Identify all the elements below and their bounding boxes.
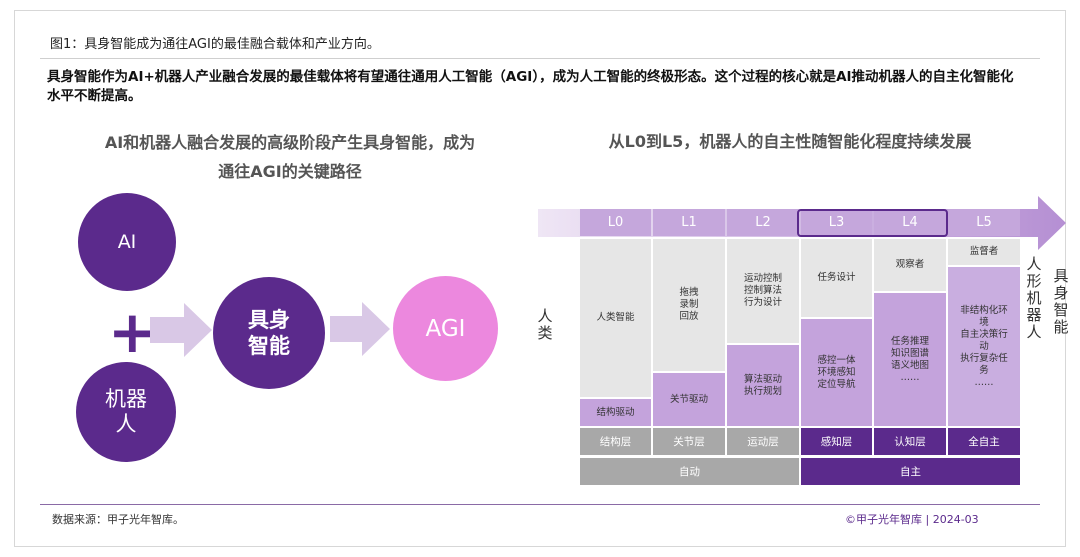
l5-driver-text-7: …… [974, 376, 994, 388]
agi-circle: AGI [393, 276, 498, 381]
robot-label-line2: 人 [115, 412, 137, 436]
l1-driver-cell: 关节驱动 [653, 373, 725, 426]
mode-automatic: 自动 [580, 458, 799, 485]
left-subtitle-line1: AI和机器人融合发展的高级阶段产生具身智能，成为 [104, 133, 476, 152]
arrow-right-icon-1 [150, 303, 212, 357]
left-subtitle: AI和机器人融合发展的高级阶段产生具身智能，成为 通往AGI的关键路径 [60, 128, 520, 186]
highlighted-level-frame [797, 209, 948, 237]
l3-human-text: 任务设计 [817, 272, 856, 283]
layer-joint: 关节层 [653, 428, 725, 455]
level-l1: L1 [653, 209, 725, 236]
l4-driver-text-4: …… [900, 371, 920, 383]
summary-text: 具身智能作为AI+机器人产业融合发展的最佳载体将有望通往通用人工智能（AGI），… [47, 69, 1014, 104]
human-axis-label: 人类 [537, 307, 553, 342]
l0-human-text: 人类智能 [596, 312, 635, 323]
ai-label: AI [117, 231, 137, 253]
l3-driver-cell: 感控一体 环境感知 定位导航 [801, 319, 872, 426]
figure-title: 图1：具身智能成为通往AGI的最佳融合载体和产业方向。 [50, 37, 380, 52]
embodied-label-line1: 具身 [248, 308, 290, 332]
l2-human-text-3: 行为设计 [743, 297, 782, 308]
l4-driver-text-1: 任务推理 [890, 335, 929, 347]
layer-structure: 结构层 [580, 428, 651, 455]
l4-driver-text-2: 知识图谱 [890, 347, 929, 359]
l5-driver-cell: 非结构化环 境 自主决策行 动 执行复杂任 务 …… [948, 267, 1020, 426]
arrow-right-icon-2 [330, 302, 390, 356]
l5-driver-text-2: 境 [979, 316, 989, 328]
l0-driver-cell: 结构驱动 [580, 399, 651, 426]
l4-human-text: 观察者 [895, 259, 925, 270]
layer-full-autonomy: 全自主 [948, 428, 1020, 455]
l3-human-cell: 任务设计 [801, 239, 872, 317]
level-l0: L0 [580, 209, 651, 236]
l5-driver-text-4: 动 [979, 340, 989, 352]
l1-human-text-2: 录制 [679, 299, 699, 310]
agi-label: AGI [425, 315, 466, 342]
l5-driver-text-6: 务 [979, 364, 989, 376]
l1-human-text-3: 回放 [679, 311, 699, 322]
title-divider [40, 58, 1040, 59]
l3-driver-text-1: 感控一体 [817, 354, 856, 366]
robot-label-line1: 机器 [105, 387, 147, 411]
level-l2: L2 [727, 209, 799, 236]
copyright: ©甲子光年智库 | 2024-03 [845, 513, 979, 526]
l5-human-text: 监督者 [969, 246, 999, 257]
l2-human-text-2: 控制算法 [743, 285, 782, 296]
l3-driver-text-3: 定位导航 [817, 378, 856, 390]
l5-driver-text-1: 非结构化环 [960, 304, 1008, 316]
layer-motion: 运动层 [727, 428, 799, 455]
layer-perception: 感知层 [801, 428, 872, 455]
l4-human-cell: 观察者 [874, 239, 946, 291]
l3-driver-text-2: 环境感知 [817, 366, 856, 378]
l0-human-cell: 人类智能 [580, 239, 651, 397]
layer-cognition: 认知层 [874, 428, 946, 455]
l0-driver-text: 结构驱动 [596, 406, 635, 418]
ai-circle: AI [78, 193, 176, 291]
l5-human-cell: 监督者 [948, 239, 1020, 265]
l1-driver-text: 关节驱动 [669, 393, 708, 405]
l2-driver-cell: 算法驱动 执行规划 [727, 345, 799, 426]
l1-human-cell: 拖拽 录制 回放 [653, 239, 725, 371]
l2-driver-text-2: 执行规划 [743, 385, 782, 397]
left-subtitle-line2: 通往AGI的关键路径 [218, 162, 362, 181]
embodied-axis-label: 具身智能 [1053, 267, 1069, 336]
l1-human-text-1: 拖拽 [679, 287, 699, 298]
l5-driver-text-5: 执行复杂任 [960, 352, 1008, 364]
l4-driver-text-3: 语义地图 [890, 359, 929, 371]
l2-human-text-1: 运动控制 [743, 273, 782, 284]
robot-circle: 机器 人 [76, 362, 176, 462]
data-source: 数据来源：甲子光年智库。 [52, 513, 184, 526]
l5-driver-text-3: 自主决策行 [960, 328, 1008, 340]
humanoid-axis-label: 人形机器人 [1026, 255, 1042, 341]
embodied-intelligence-circle: 具身 智能 [213, 277, 325, 389]
right-subtitle: 从L0到L5，机器人的自主性随智能化程度持续发展 [608, 132, 972, 151]
mode-autonomous: 自主 [801, 458, 1020, 485]
l4-driver-cell: 任务推理 知识图谱 语义地图 …… [874, 293, 946, 426]
l2-human-cell: 运动控制 控制算法 行为设计 [727, 239, 799, 343]
embodied-label-line2: 智能 [248, 334, 290, 358]
l2-driver-text-1: 算法驱动 [743, 373, 782, 385]
level-l5: L5 [948, 209, 1020, 236]
footer-divider [40, 504, 1040, 505]
